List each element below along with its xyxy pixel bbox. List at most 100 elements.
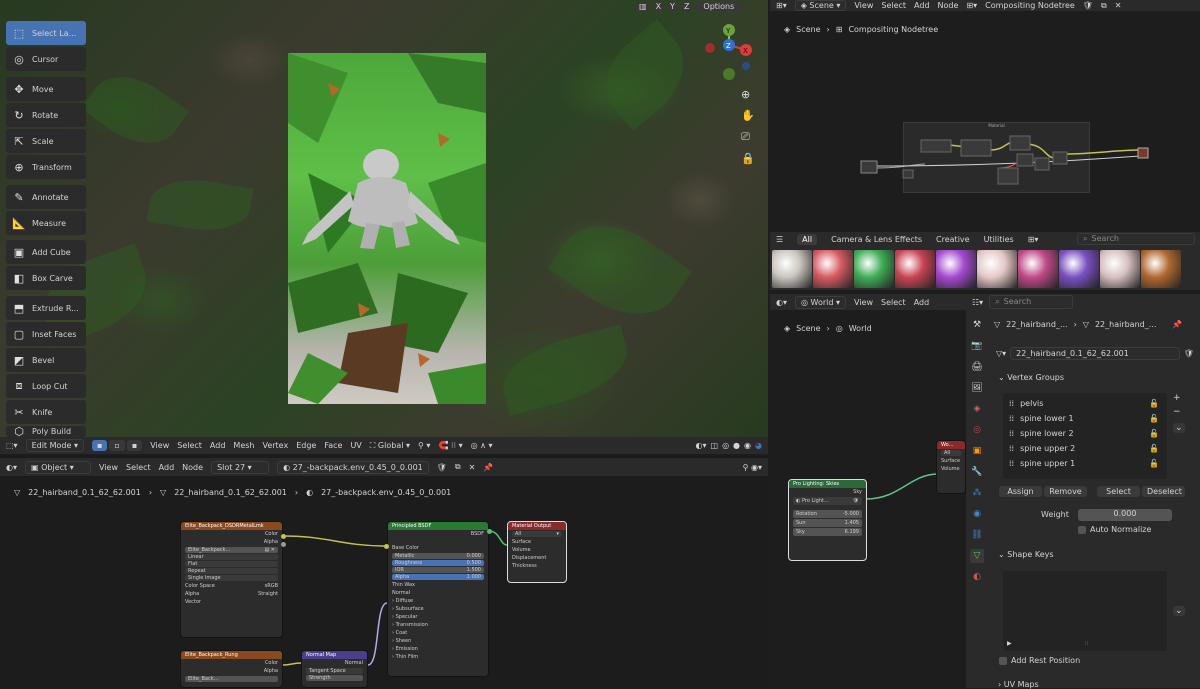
tool-scale[interactable]: ⇱ Scale — [6, 129, 86, 153]
image-texture-node[interactable]: Elite_Backpack_DSDRMetalLmk Color Alpha … — [180, 521, 283, 638]
image-file-field[interactable]: Elite_Backpack... ▤ ✕ — [185, 547, 278, 553]
nodetree-name[interactable]: Compositing Nodetree — [985, 1, 1075, 10]
axis-y-toggle[interactable]: Y — [667, 1, 678, 11]
alpha-row[interactable]: Alpha Straight — [181, 590, 282, 598]
mesh-name-field[interactable]: 22_hairband_0.1_62_62.001 — [1010, 346, 1180, 360]
tool-knife[interactable]: ✂ Knife — [6, 400, 86, 424]
weight-field[interactable]: 0.000 — [1078, 509, 1172, 521]
axis-z-toggle[interactable]: Z — [680, 1, 693, 11]
toggle-icon[interactable]: ▥ — [636, 1, 650, 11]
rotation-field[interactable]: Rotation -5.000 — [793, 510, 862, 518]
overlay-icon[interactable]: ◐▾ — [696, 441, 707, 450]
material-output-node[interactable]: Material Output All ▾ Surface Volume Disp… — [507, 521, 567, 583]
mode-dropdown[interactable]: Edit Mode ▾ — [25, 439, 84, 452]
properties-search-input[interactable]: ⌕ Search — [989, 295, 1074, 309]
list-item[interactable]: ⁞⁞ spine lower 2 🔓 — [1003, 426, 1167, 441]
asset-thumbnail[interactable] — [772, 250, 812, 288]
checkbox-icon[interactable] — [1078, 525, 1086, 534]
panel-transmission[interactable]: › Transmission — [388, 621, 488, 629]
world-output-node[interactable]: Wo... All Surface Volume — [936, 440, 966, 494]
tab-all[interactable]: All — [797, 234, 818, 245]
vertex-select-icon[interactable]: ▪ — [91, 440, 108, 451]
sun-field[interactable]: Sun 1.405 — [793, 519, 862, 527]
menu-face[interactable]: Face — [324, 441, 342, 450]
menu-node[interactable]: Node — [938, 1, 959, 10]
principled-bsdf-node[interactable]: Principled BSDF BSDF Base Color Metallic… — [387, 521, 489, 677]
close-icon[interactable]: ✕ — [1115, 1, 1122, 10]
lock-icon[interactable]: 🔓 — [1149, 459, 1159, 468]
panel-specular[interactable]: › Specular — [388, 613, 488, 621]
list-item[interactable]: ⁞⁞ pelvis 🔓 — [1003, 396, 1167, 411]
panel-subsurface[interactable]: › Subsurface — [388, 605, 488, 613]
editor-type-icon[interactable]: ◐▾ — [776, 298, 787, 307]
constraints-tab-icon[interactable]: ⛓ — [970, 528, 984, 542]
interpolation-dropdown[interactable]: Linear — [185, 554, 278, 560]
tool-measure[interactable]: 📐 Measure — [6, 211, 86, 235]
select-button[interactable]: Select — [1097, 486, 1140, 497]
normal-map-node[interactable]: Normal Map Normal Tangent Space Strength — [301, 650, 368, 688]
copy-icon[interactable]: ⧉ — [1101, 1, 1107, 11]
thin-wax-row[interactable]: Thin Wax — [388, 581, 488, 589]
sky-field[interactable]: Sky 6.199 — [793, 528, 862, 536]
wireframe-shading-icon[interactable]: ◎ — [722, 441, 729, 450]
zoom-icon[interactable]: ⊕ — [741, 88, 755, 101]
shape-keys-panel-header[interactable]: ⌄ Shape Keys — [998, 550, 1054, 559]
add-icon[interactable]: + — [1173, 393, 1185, 403]
auto-normalize-checkbox[interactable]: Auto Normalize — [1078, 525, 1151, 534]
object-tab-icon[interactable]: ▣ — [970, 444, 984, 458]
tool-poly-build[interactable]: ⬡ Poly Build — [6, 426, 86, 437]
face-select-icon[interactable]: ▪ — [126, 440, 143, 451]
vertex-groups-panel-header[interactable]: ⌄ Vertex Groups — [998, 373, 1064, 382]
roughness-field[interactable]: Roughness 0.500 — [392, 560, 484, 566]
solid-shading-icon[interactable]: ● — [733, 441, 740, 450]
asset-thumbnail[interactable] — [1100, 250, 1140, 288]
editor-type-icon[interactable]: ⊞▾ — [776, 1, 787, 10]
asset-thumbnail[interactable] — [813, 250, 853, 288]
rendered-shading-icon[interactable]: ◕ — [755, 441, 762, 450]
tool-bevel[interactable]: ◩ Bevel — [6, 348, 86, 372]
tool-tab-icon[interactable]: ⚒ — [970, 318, 984, 332]
menu-select[interactable]: Select — [881, 1, 906, 10]
alpha-socket[interactable] — [281, 542, 286, 547]
tab-utilities[interactable]: Utilities — [984, 235, 1014, 244]
tool-inset-faces[interactable]: ▢ Inset Faces — [6, 322, 86, 346]
color-socket[interactable] — [281, 534, 286, 539]
asset-search-input[interactable]: ⌕ Search — [1077, 233, 1195, 245]
tool-extrude[interactable]: ⬒ Extrude R... — [6, 296, 86, 320]
asset-thumbnail[interactable] — [936, 250, 976, 288]
scene-dropdown[interactable]: ◈ Scene ▾ — [794, 0, 847, 11]
lock-icon[interactable]: 🔓 — [1149, 429, 1159, 438]
material-tab-icon[interactable]: ◐ — [970, 570, 984, 584]
menu-mesh[interactable]: Mesh — [233, 441, 254, 450]
target-dropdown[interactable]: All — [941, 450, 961, 456]
menu-add[interactable]: Add — [210, 441, 226, 450]
menu-add[interactable]: Add — [914, 1, 930, 10]
metallic-field[interactable]: Metallic 0.000 — [392, 553, 484, 559]
lock-icon[interactable]: 🔓 — [1149, 399, 1159, 408]
target-dropdown[interactable]: All ▾ — [512, 531, 562, 537]
menu-vertex[interactable]: Vertex — [262, 441, 288, 450]
asset-thumbnail[interactable] — [854, 250, 894, 288]
pin-icon[interactable]: 📌 — [1172, 320, 1182, 329]
edge-select-icon[interactable]: ▫ — [109, 440, 125, 451]
panel-emission[interactable]: › Emission — [388, 645, 488, 653]
asset-thumbnail[interactable] — [1018, 250, 1058, 288]
panel-sheen[interactable]: › Sheen — [388, 637, 488, 645]
shape-key-specials-icon[interactable]: ⌄ — [1173, 606, 1185, 616]
pivot-icon[interactable]: ⚲ ▾ — [418, 441, 430, 450]
camera-view-icon[interactable]: ⎚ — [741, 130, 755, 144]
tool-box-carve[interactable]: ◧ Box Carve — [6, 266, 86, 290]
modifier-tab-icon[interactable]: 🔧 — [970, 465, 984, 479]
grid-view-icon[interactable]: ⊞▾ — [1028, 235, 1039, 244]
menu-select[interactable]: Select — [881, 298, 906, 307]
world-type-dropdown[interactable]: ◎ World ▾ — [795, 295, 847, 309]
physics-tab-icon[interactable]: ◉ — [970, 507, 984, 521]
asset-thumbnail[interactable] — [977, 250, 1017, 288]
asset-thumbnail[interactable] — [1059, 250, 1099, 288]
deselect-button[interactable]: Deselect — [1142, 486, 1185, 497]
compositor-editor[interactable] — [770, 0, 1200, 232]
editor-type-icon[interactable]: ☷▾ — [972, 298, 983, 307]
options-dropdown[interactable]: Options — [695, 1, 743, 11]
tool-add-cube[interactable]: ▣ Add Cube — [6, 240, 86, 264]
fake-user-icon[interactable]: 🛡 — [1083, 1, 1093, 10]
